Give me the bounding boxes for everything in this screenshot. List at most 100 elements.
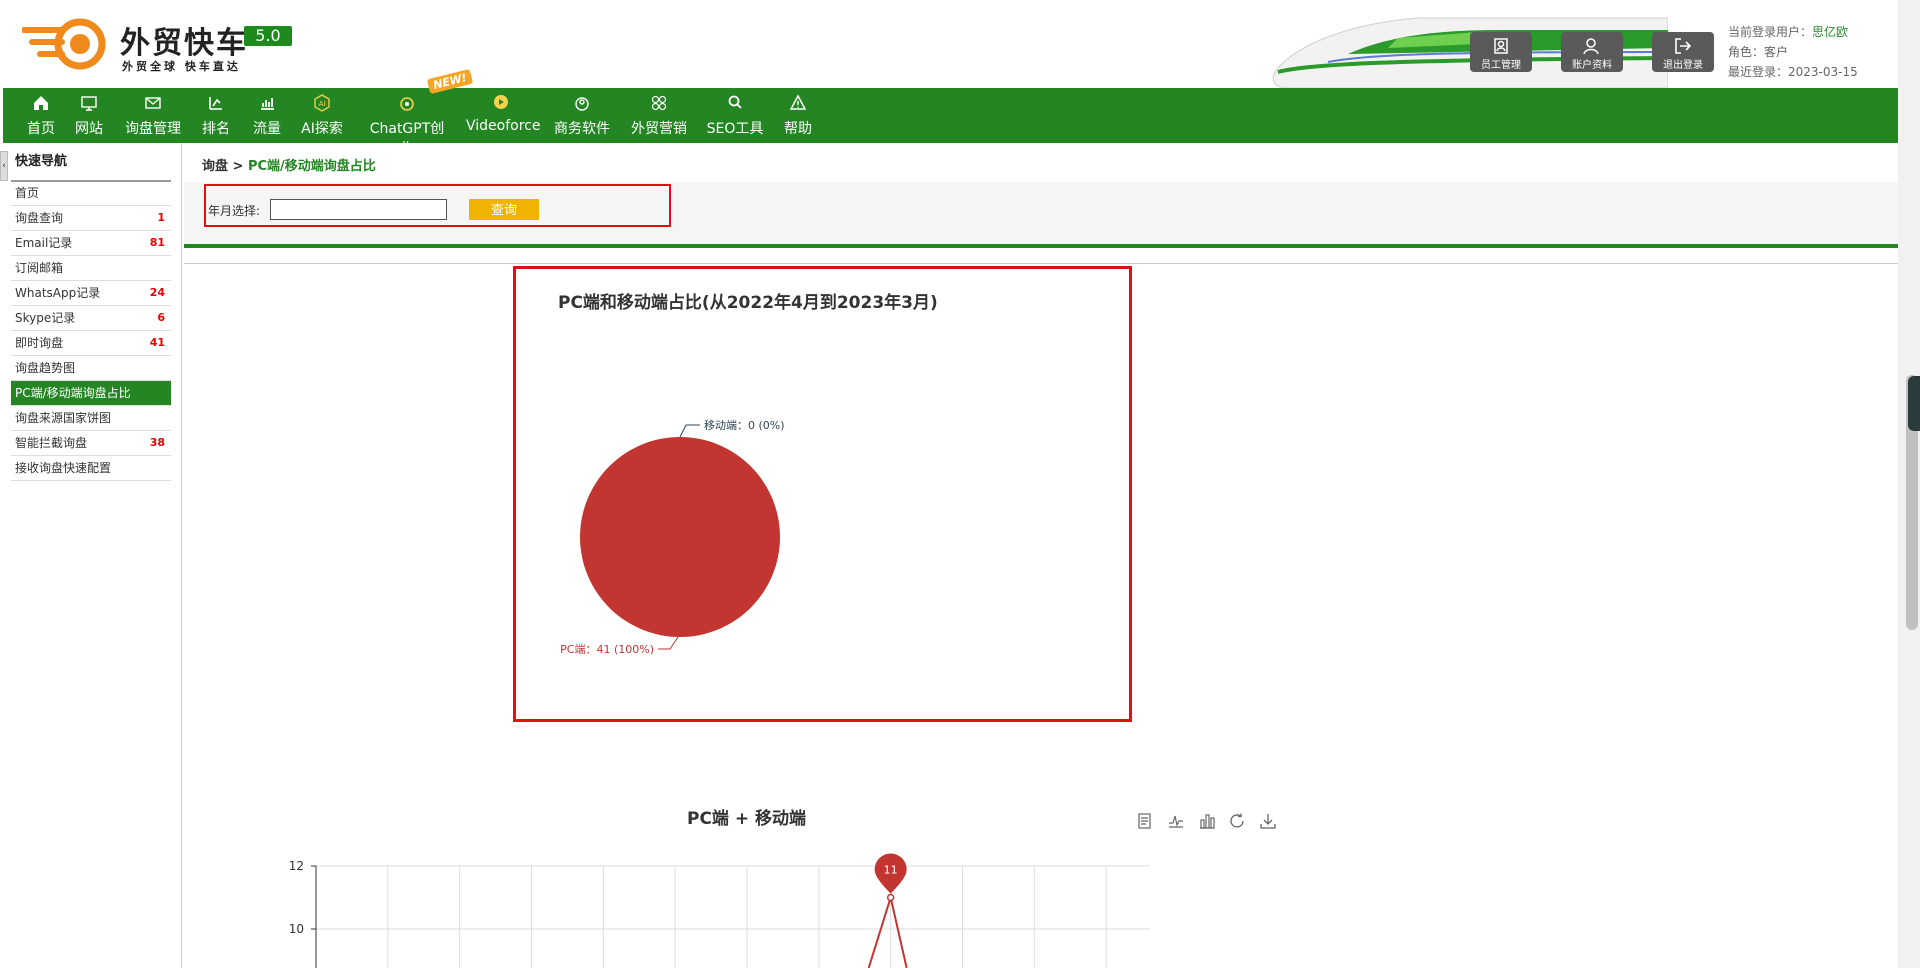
sidebar-item-email[interactable]: Email记录 81 [11,231,171,256]
month-label: 年月选择: [208,204,261,218]
data-view-icon[interactable] [1136,812,1154,830]
breadcrumb-separator: > [228,159,248,174]
logout-label: 退出登录 [1663,60,1703,71]
max-marker-label: 11 [884,864,898,877]
logout-button[interactable]: 退出登录 [1652,32,1714,72]
nav-item-help[interactable]: 帮助 [780,88,816,143]
warning-icon [789,94,807,110]
sidebar-collapse-toggle[interactable]: ‹ [0,151,8,181]
line-chart-icon[interactable] [1167,812,1185,830]
nav-item-chatgpt[interactable]: ChatGPT创作 [363,88,451,157]
download-icon[interactable] [1259,812,1277,830]
sidebar-item-count: 6 [157,311,165,324]
sidebar-title: 快速导航 [15,154,68,169]
breadcrumb-current: PC端/移动端询盘占比 [247,159,376,174]
green-divider [184,244,1898,248]
account-profile-label: 账户资料 [1572,60,1612,71]
nav-item-home[interactable]: 首页 [23,88,59,143]
sidebar-item-label: 即时询盘 [15,336,64,350]
chatgpt-icon [400,97,414,111]
nav-item-videoforce[interactable]: Videoforce [466,88,540,143]
logout-icon [1675,38,1692,54]
sidebar-item-block[interactable]: 智能拦截询盘 38 [11,431,171,456]
logo-mark-icon [22,18,106,70]
line-point[interactable] [886,893,895,902]
sidebar-item-label: PC端/移动端询盘占比 [15,386,131,400]
version-badge: 5.0 [244,26,292,46]
search-icon [728,95,742,109]
main-nav: 首页 网站 询盘管理 排名 流量 AI AI探索 ChatGPT创作 Video… [3,88,1898,157]
sidebar-item-count: 41 [149,336,165,349]
pie-chart: 移动端：0 (0%) PC端：41 (100%) [560,419,785,656]
line-chart: 12 10 11 [289,853,1150,968]
user-label: 当前登录用户： [1728,25,1813,39]
role-value: 客户 [1764,45,1789,59]
sidebar-item-home[interactable]: 首页 [11,181,171,206]
user-profile-icon [1583,38,1599,55]
video-icon [494,95,508,109]
chart-toolbox [1136,812,1286,833]
breadcrumb: 询盘 > PC端/移动端询盘占比 [202,155,376,174]
nav-item-software[interactable]: 商务软件 [552,88,612,143]
user-name[interactable]: 思亿欧 [1812,25,1848,39]
nav-item-marketing[interactable]: 外贸营销 [629,88,689,143]
pie-chart-title: PC端和移动端占比(从2022年4月到2023年3月) [558,293,938,313]
nav-label-seo: SEO工具 [706,121,764,137]
last-login-value: 2023-03-15 [1788,65,1858,79]
sidebar-item-label: 智能拦截询盘 [15,436,88,450]
floating-side-tab[interactable] [1908,376,1920,431]
sidebar-list: 首页 询盘查询 1 Email记录 81 订阅邮箱 WhatsApp记录 24 Sky… [11,181,171,481]
brand-name: 外贸快车 [120,26,248,61]
month-input[interactable] [270,199,447,220]
pie-slice-PC端[interactable] [580,437,780,637]
sidebar-item-instant[interactable]: 即时询盘 41 [11,331,171,356]
sidebar-item-label: Email记录 [15,236,73,250]
sidebar-item-count: 38 [149,436,165,449]
nav-label-chatgpt: ChatGPT创作 [369,121,445,157]
pie-label-line [658,636,679,650]
bar-chart-icon[interactable] [1198,812,1216,830]
nav-item-seo[interactable]: SEO工具 [705,88,765,143]
sidebar-item-label: WhatsApp记录 [15,286,101,300]
breadcrumb-root[interactable]: 询盘 [202,159,228,174]
staff-manage-label: 员工管理 [1481,60,1521,71]
sidebar-item-inquiry-search[interactable]: 询盘查询 1 [11,206,171,231]
sidebar-item-pc-mobile[interactable]: PC端/移动端询盘占比 [11,381,171,406]
sidebar-item-trend[interactable]: 询盘趋势图 [11,356,171,381]
sidebar-item-label: 订阅邮箱 [15,261,64,275]
nav-label-marketing: 外贸营销 [631,121,687,137]
account-profile-button[interactable]: 账户资料 [1561,32,1623,72]
line-series [867,893,908,968]
nav-item-traffic[interactable]: 流量 [249,88,285,143]
svg-text:AI: AI [319,100,326,108]
nav-item-inquiry[interactable]: 询盘管理 [121,88,185,143]
nav-item-website[interactable]: 网站 [71,88,107,143]
sidebar-item-label: 首页 [15,186,40,200]
pie-slice-label: PC端：41 (100%) [560,643,654,656]
sidebar-item-label: 询盘来源国家饼图 [15,411,112,425]
sidebar-item-country-pie[interactable]: 询盘来源国家饼图 [11,406,171,431]
nav-item-ai[interactable]: AI AI探索 [299,88,345,143]
sidebar-item-subscribe[interactable]: 订阅邮箱 [11,256,171,281]
sidebar-item-count: 1 [157,211,165,224]
nav-label-help: 帮助 [784,121,812,137]
nav-item-ranking[interactable]: 排名 [198,88,234,143]
staff-manage-button[interactable]: 员工管理 [1470,32,1532,72]
y-tick-label: 10 [289,922,304,936]
restore-icon[interactable] [1228,812,1246,830]
nav-label-website: 网站 [75,121,103,137]
grey-divider [184,263,1898,264]
traffic-icon [261,98,274,110]
logo[interactable]: 外贸快车 外贸全球 快车直达 5.0 [22,16,322,73]
sidebar-item-skype[interactable]: Skype记录 6 [11,306,171,331]
role-label: 角色： [1728,45,1765,59]
website-icon [81,96,97,111]
query-button[interactable]: 查询 [469,199,539,220]
sidebar-item-whatsapp[interactable]: WhatsApp记录 24 [11,281,171,306]
pie-slice-label: 移动端：0 (0%) [704,419,785,432]
sidebar-item-config[interactable]: 接收询盘快速配置 [11,456,171,481]
nav-label-software: 商务软件 [554,121,610,137]
sidebar-item-label: 询盘查询 [15,211,64,225]
staff-icon [1494,38,1508,54]
ai-icon: AI [314,94,330,112]
